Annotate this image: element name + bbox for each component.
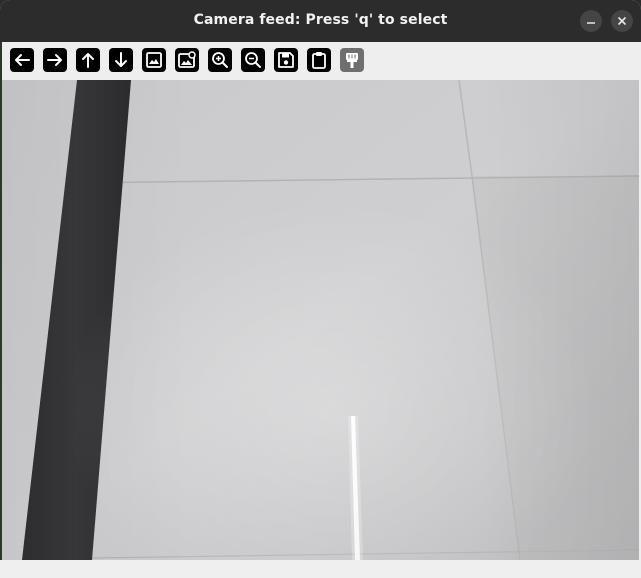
title-bar[interactable]: Camera feed: Press 'q' to select bbox=[0, 0, 641, 43]
zoom-out-button[interactable] bbox=[241, 48, 265, 72]
zoom-in-icon bbox=[212, 52, 228, 68]
image-settings-icon bbox=[178, 51, 196, 68]
toolbar bbox=[0, 42, 641, 80]
properties-button[interactable] bbox=[340, 48, 364, 72]
save-icon bbox=[278, 52, 294, 68]
pan-left-button[interactable] bbox=[10, 48, 34, 72]
feed-lighting bbox=[2, 80, 639, 560]
arrow-down-icon bbox=[115, 52, 127, 67]
arrow-right-icon bbox=[47, 54, 62, 66]
zoom-in-button[interactable] bbox=[208, 48, 232, 72]
arrow-left-icon bbox=[15, 54, 30, 66]
window-title: Camera feed: Press 'q' to select bbox=[193, 12, 448, 28]
zoom-out-icon bbox=[245, 52, 261, 68]
status-bar bbox=[0, 560, 641, 578]
pan-right-button[interactable] bbox=[43, 48, 67, 72]
clipboard-icon bbox=[312, 52, 326, 69]
close-button[interactable] bbox=[611, 10, 633, 32]
camera-window: Camera feed: Press 'q' to select bbox=[0, 0, 641, 578]
image-properties-button[interactable] bbox=[175, 48, 199, 72]
save-button[interactable] bbox=[274, 48, 298, 72]
arrow-up-icon bbox=[82, 53, 94, 68]
image-icon bbox=[146, 52, 162, 68]
camera-feed-image[interactable] bbox=[2, 80, 639, 560]
close-icon bbox=[617, 16, 627, 26]
copy-to-clipboard-button[interactable] bbox=[307, 48, 331, 72]
paint-brush-icon bbox=[346, 53, 358, 68]
minimize-icon bbox=[587, 22, 595, 24]
minimize-button[interactable] bbox=[580, 10, 602, 32]
pan-down-button[interactable] bbox=[109, 48, 133, 72]
pan-up-button[interactable] bbox=[76, 48, 100, 72]
fit-image-button[interactable] bbox=[142, 48, 166, 72]
